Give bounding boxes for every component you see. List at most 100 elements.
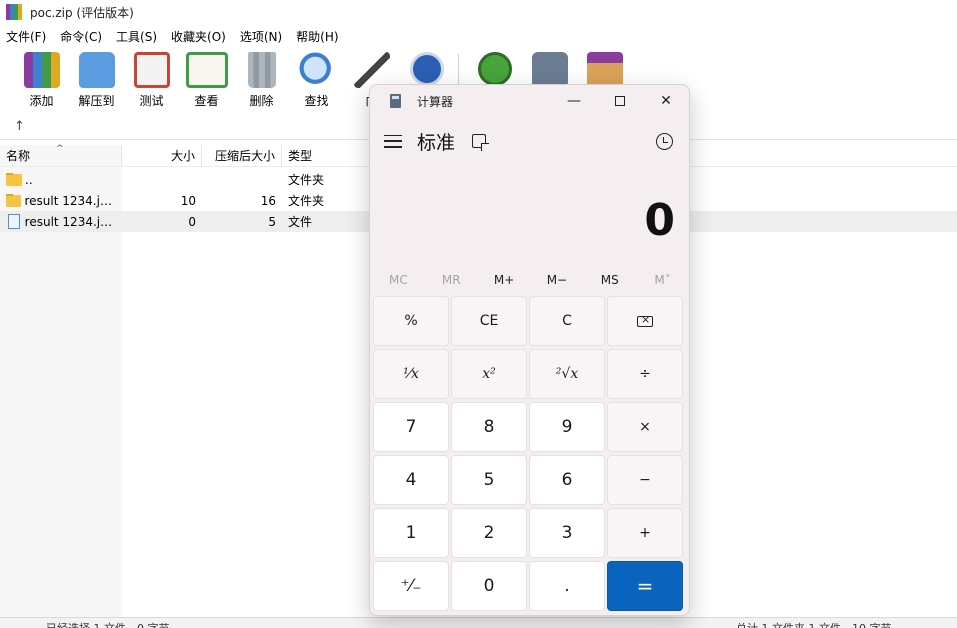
row-type: 文件	[288, 215, 313, 229]
virus-scan-icon	[477, 52, 512, 86]
digit-4-button[interactable]: 4	[373, 455, 449, 505]
row-name: ..	[25, 172, 33, 187]
find-button[interactable]: 查找	[289, 48, 344, 112]
menu-bar: 文件(F) 命令(C) 工具(S) 收藏夹(O) 选项(N) 帮助(H)	[0, 26, 353, 46]
history-icon[interactable]	[656, 133, 673, 150]
row-name: result 1234.jp...	[24, 214, 116, 229]
menu-options[interactable]: 选项(N)	[240, 28, 282, 45]
extract-to-label: 解压到	[78, 94, 115, 108]
add-button[interactable]: 添加	[14, 48, 69, 112]
delete-button[interactable]: 删除	[234, 48, 289, 112]
reciprocal-label: ¹⁄x	[403, 366, 419, 382]
memory-store-button[interactable]: MS	[583, 267, 636, 293]
header-name[interactable]: ^ 名称	[0, 144, 122, 167]
header-type[interactable]: 类型	[282, 145, 382, 167]
info-icon	[409, 52, 444, 86]
menu-hamburger-icon[interactable]	[384, 134, 402, 148]
menu-help[interactable]: 帮助(H)	[296, 28, 338, 45]
header-size[interactable]: 大小	[122, 144, 202, 167]
menu-commands[interactable]: 命令(C)	[60, 28, 102, 45]
memory-row: MC MR M+ M− MS M˅	[372, 267, 689, 293]
menu-favorites[interactable]: 收藏夹(O)	[171, 28, 226, 45]
row-name-cell: result 1234.jp...	[0, 214, 122, 229]
test-label: 测试	[139, 94, 164, 108]
square-label: x²	[482, 366, 496, 382]
memory-clear-button[interactable]: MC	[372, 267, 425, 293]
digit-3-button[interactable]: 3	[529, 508, 605, 558]
test-button[interactable]: 测试	[124, 48, 179, 112]
window-title: poc.zip (评估版本)	[30, 5, 134, 20]
memory-add-button[interactable]: M+	[478, 267, 531, 293]
memory-list-button[interactable]: M˅	[636, 267, 689, 293]
square-root-button[interactable]: ²√x	[529, 349, 605, 399]
digit-7-button[interactable]: 7	[373, 402, 449, 452]
row-name-cell: ..	[0, 172, 122, 187]
add-archive-icon	[23, 52, 60, 88]
add-label: 添加	[29, 94, 54, 108]
row-packed: 5	[268, 214, 276, 229]
row-size: 10	[180, 193, 196, 208]
digit-6-button[interactable]: 6	[529, 455, 605, 505]
file-icon	[8, 214, 20, 229]
calculator-window: 计算器 — ✕ 标准 0 MC MR M+ M− MS M˅ % CE C ¹⁄…	[369, 84, 690, 616]
maximize-button[interactable]	[597, 85, 643, 117]
clear-entry-button[interactable]: CE	[451, 296, 527, 346]
sort-ascending-icon: ^	[56, 143, 64, 154]
row-size: 0	[188, 214, 196, 229]
result-display: 0	[644, 195, 675, 246]
negate-button[interactable]: ⁺⁄₋	[373, 561, 449, 611]
memory-subtract-button[interactable]: M−	[530, 267, 583, 293]
view-label: 查看	[194, 94, 219, 108]
header-packed[interactable]: 压缩后大小	[202, 144, 282, 167]
digit-0-button[interactable]: 0	[451, 561, 527, 611]
divide-button[interactable]: ÷	[607, 349, 683, 399]
row-type: 文件夹	[288, 194, 325, 208]
clear-button[interactable]: C	[529, 296, 605, 346]
plus-button[interactable]: +	[607, 508, 683, 558]
close-button[interactable]: ✕	[643, 85, 689, 117]
trash-icon	[247, 52, 276, 88]
calculator-app-icon	[390, 94, 401, 108]
keypad: % CE C ¹⁄x x² ²√x ÷ 7 8 9 × 4 5 6 − 1 2 …	[373, 296, 687, 611]
multiply-button[interactable]: ×	[607, 402, 683, 452]
minimize-button[interactable]: —	[551, 85, 597, 117]
up-arrow-icon[interactable]: ↑	[14, 119, 25, 134]
sfx-box-icon	[586, 52, 623, 88]
delete-label: 删除	[249, 94, 274, 108]
square-root-label: ²√x	[555, 366, 579, 382]
calculator-header: 标准	[370, 125, 689, 157]
comment-icon	[531, 52, 568, 88]
reciprocal-button[interactable]: ¹⁄x	[373, 349, 449, 399]
digit-5-button[interactable]: 5	[451, 455, 527, 505]
menu-file[interactable]: 文件(F)	[6, 28, 46, 45]
backspace-button[interactable]	[607, 296, 683, 346]
extract-folder-icon	[78, 52, 115, 88]
calculator-title-bar: 计算器 — ✕	[370, 85, 689, 117]
maximize-icon	[615, 96, 625, 106]
magnifier-icon	[298, 52, 335, 88]
digit-1-button[interactable]: 1	[373, 508, 449, 558]
row-name: result 1234.jp...	[24, 193, 116, 208]
view-button[interactable]: 查看	[179, 48, 234, 112]
winrar-app-icon	[6, 4, 22, 20]
keep-on-top-icon[interactable]	[472, 134, 490, 151]
row-type: 文件夹	[288, 173, 325, 187]
decimal-button[interactable]: .	[529, 561, 605, 611]
test-clipboard-icon	[133, 52, 170, 88]
extract-to-button[interactable]: 解压到	[69, 48, 124, 112]
equals-button[interactable]: =	[607, 561, 683, 611]
minus-button[interactable]: −	[607, 455, 683, 505]
memory-recall-button[interactable]: MR	[425, 267, 478, 293]
percent-button[interactable]: %	[373, 296, 449, 346]
status-selection: 已经选择 1 文件，0 字节	[46, 620, 170, 628]
view-book-icon	[185, 52, 228, 88]
digit-8-button[interactable]: 8	[451, 402, 527, 452]
menu-tools[interactable]: 工具(S)	[116, 28, 157, 45]
backspace-icon	[637, 313, 653, 327]
digit-2-button[interactable]: 2	[451, 508, 527, 558]
title-bar: poc.zip (评估版本)	[0, 0, 957, 24]
digit-9-button[interactable]: 9	[529, 402, 605, 452]
square-button[interactable]: x²	[451, 349, 527, 399]
calculator-title: 计算器	[417, 94, 454, 109]
folder-icon	[6, 193, 22, 207]
